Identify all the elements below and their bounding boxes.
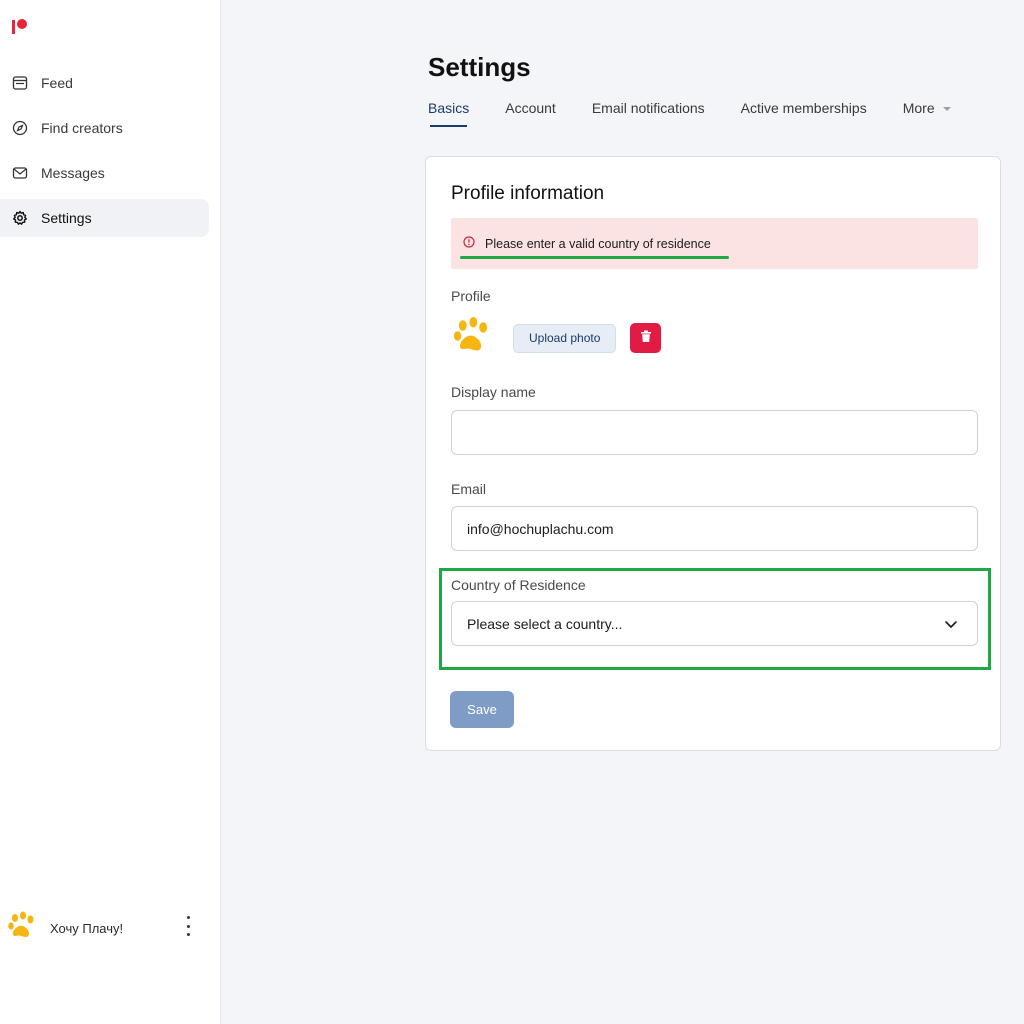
- sidebar-item-feed[interactable]: Feed: [0, 64, 209, 102]
- display-name-input[interactable]: [451, 410, 978, 455]
- envelope-icon: [12, 165, 28, 181]
- caret-down-icon: [942, 107, 951, 112]
- tab-more[interactable]: More: [903, 100, 951, 130]
- trash-icon: [640, 330, 652, 346]
- sidebar-user[interactable]: Хочу Плачу!: [6, 908, 206, 948]
- email-label: Email: [451, 481, 487, 497]
- sidebar: Feed Find creators Messages Settings Хоч…: [0, 0, 221, 1024]
- profile-card-title: Profile information: [451, 183, 605, 204]
- country-label: Country of Residence: [451, 577, 586, 593]
- tab-email-notifications[interactable]: Email notifications: [592, 100, 705, 130]
- sidebar-item-find-creators[interactable]: Find creators: [0, 109, 209, 147]
- alert-circle-icon: [463, 235, 475, 253]
- gear-icon: [12, 210, 28, 226]
- error-alert: Please enter a valid country of residenc…: [451, 218, 978, 269]
- profile-label: Profile: [451, 288, 491, 304]
- sidebar-item-label: Messages: [41, 165, 105, 181]
- tab-account[interactable]: Account: [505, 100, 556, 130]
- profile-card: Profile information Please enter a valid…: [425, 156, 1001, 751]
- error-message: Please enter a valid country of residenc…: [485, 236, 711, 251]
- user-name: Хочу Плачу!: [50, 920, 124, 936]
- tab-basics[interactable]: Basics: [428, 100, 469, 130]
- chevron-down-icon: [943, 616, 959, 632]
- sidebar-item-settings[interactable]: Settings: [0, 199, 209, 237]
- email-input[interactable]: [451, 506, 978, 551]
- save-button[interactable]: Save: [450, 691, 514, 728]
- more-options-icon[interactable]: [184, 916, 192, 936]
- avatar-row: Upload photo: [451, 315, 662, 362]
- compass-icon: [12, 120, 28, 136]
- paw-icon: [6, 910, 38, 947]
- tab-active-memberships[interactable]: Active memberships: [741, 100, 867, 130]
- settings-tabs: Basics Account Email notifications Activ…: [428, 100, 987, 130]
- sidebar-item-label: Settings: [41, 210, 92, 226]
- patreon-logo-icon[interactable]: [12, 18, 30, 36]
- sidebar-item-label: Feed: [41, 75, 73, 91]
- error-highlight-underline: [460, 256, 729, 259]
- tab-more-label: More: [902, 100, 935, 116]
- avatar: [451, 315, 493, 362]
- sidebar-item-messages[interactable]: Messages: [0, 154, 209, 192]
- country-select[interactable]: Please select a country...: [451, 601, 978, 646]
- sidebar-nav: Feed Find creators Messages Settings: [0, 64, 221, 244]
- country-select-value: Please select a country...: [467, 615, 623, 632]
- delete-photo-button[interactable]: [630, 323, 662, 353]
- page-title: Settings: [428, 52, 531, 82]
- feed-icon: [12, 75, 28, 91]
- sidebar-item-label: Find creators: [41, 120, 123, 136]
- display-name-label: Display name: [451, 384, 536, 400]
- upload-photo-button[interactable]: Upload photo: [513, 323, 617, 353]
